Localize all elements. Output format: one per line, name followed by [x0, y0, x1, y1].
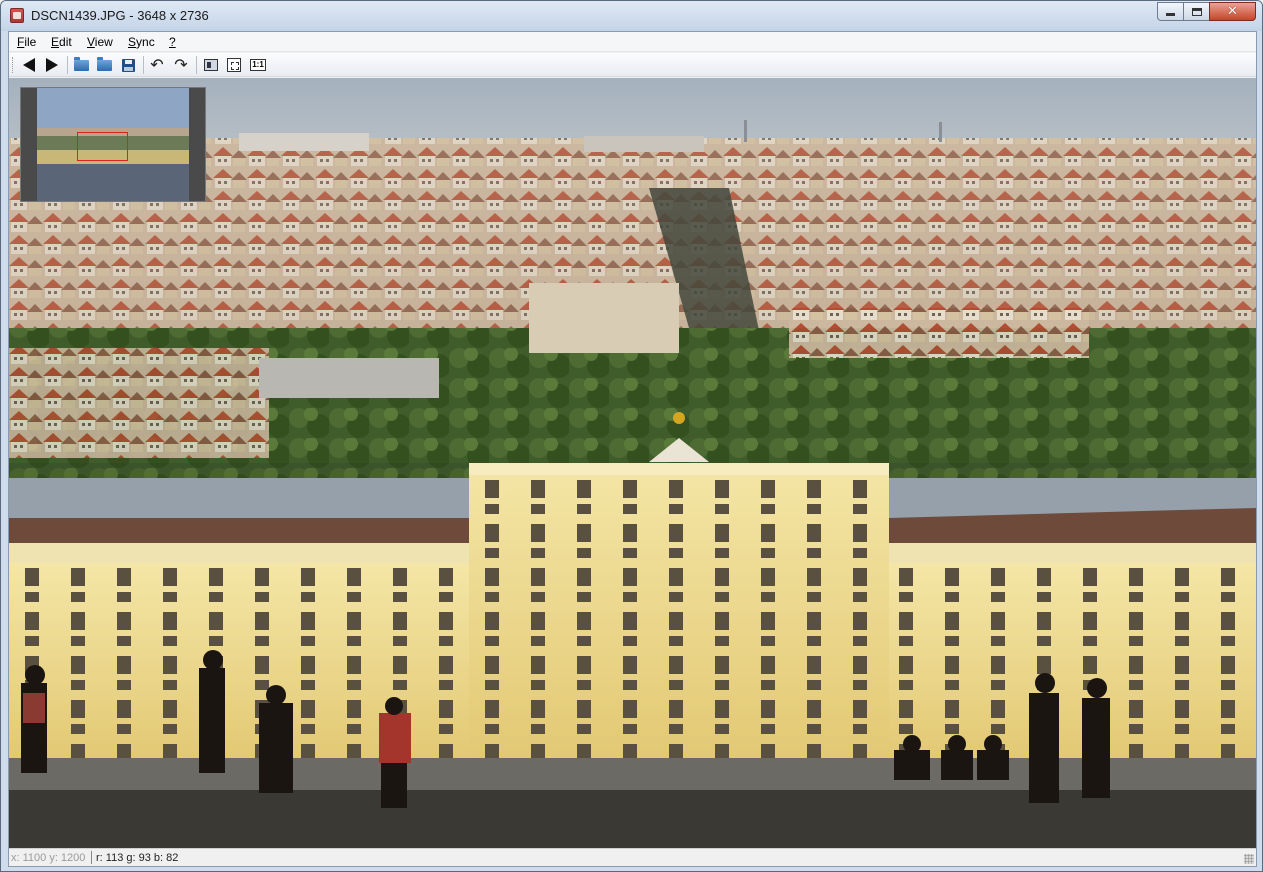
next-button[interactable]: [42, 56, 62, 74]
rotate-right-button[interactable]: ↷: [171, 56, 191, 74]
rotate-right-icon: ↷: [174, 55, 188, 74]
close-icon: ✕: [1227, 4, 1238, 19]
menu-edit-label: dit: [59, 35, 72, 49]
open-folder-button[interactable]: [94, 56, 114, 74]
save-button[interactable]: [118, 56, 138, 74]
toolbar-separator: [196, 56, 197, 74]
menu-edit-accel: E: [51, 35, 60, 49]
status-separator: [91, 851, 92, 864]
window-title: DSCN1439.JPG - 3648 x 2736: [31, 8, 209, 23]
maximize-icon: [1191, 7, 1202, 16]
menu-sync-accel: S: [128, 35, 137, 49]
toolbar: ↶ ↷ 1:1: [9, 53, 1256, 77]
save-icon: [121, 58, 135, 72]
title-bar[interactable]: DSCN1439.JPG - 3648 x 2736 ✕: [1, 1, 1262, 31]
menu-view[interactable]: View: [87, 35, 113, 49]
minimize-button[interactable]: [1157, 2, 1184, 21]
rotate-left-icon: ↶: [150, 55, 164, 74]
minimize-icon: [1166, 13, 1175, 16]
fullscreen-icon: [227, 58, 241, 72]
open-folder-icon: [73, 56, 89, 71]
menu-view-accel: V: [87, 35, 95, 49]
open-button[interactable]: [71, 56, 91, 74]
menu-edit[interactable]: Edit: [51, 35, 72, 49]
rotate-left-button[interactable]: ↶: [147, 56, 167, 74]
actual-size-button[interactable]: 1:1: [248, 56, 268, 74]
image-viewport[interactable]: [9, 78, 1256, 848]
previous-button[interactable]: [19, 56, 39, 74]
menu-sync-label: ync: [136, 35, 155, 49]
status-coordinates: x: 1100 y: 1200: [11, 852, 86, 864]
menu-sync[interactable]: Sync: [128, 35, 155, 49]
menu-help-accel: ?: [169, 35, 176, 49]
fit-window-button[interactable]: [201, 56, 221, 74]
menu-bar: File Edit View Sync ?: [9, 32, 1256, 52]
status-bar: x: 1100 y: 1200 r: 113 g: 93 b: 82: [9, 848, 1256, 866]
app-window: DSCN1439.JPG - 3648 x 2736 ✕ File Edit V…: [0, 0, 1263, 872]
client-area: File Edit View Sync ? ↶ ↷ 1:1 x: 1100 y:…: [8, 31, 1257, 867]
next-icon: [46, 58, 58, 72]
app-icon[interactable]: [10, 8, 24, 23]
actual-size-icon: 1:1: [250, 59, 266, 71]
menu-help[interactable]: ?: [169, 35, 176, 49]
toolbar-separator: [67, 56, 68, 74]
open-folder-alt-icon: [96, 56, 112, 71]
previous-icon: [23, 58, 35, 72]
status-rgb-values: r: 113 g: 93 b: 82: [96, 852, 179, 864]
fit-window-icon: [204, 59, 218, 71]
toolbar-separator: [143, 56, 144, 74]
menu-view-label: iew: [94, 35, 113, 49]
navigator-view-rect[interactable]: [77, 132, 128, 161]
menu-file-label: ile: [24, 35, 37, 49]
close-button[interactable]: ✕: [1209, 2, 1256, 21]
toolbar-grip[interactable]: [12, 57, 14, 73]
menu-file[interactable]: File: [17, 35, 36, 49]
fullscreen-button[interactable]: [224, 56, 244, 74]
resize-grip[interactable]: [1244, 854, 1254, 864]
maximize-button[interactable]: [1183, 2, 1210, 21]
navigator-thumbnail[interactable]: [20, 87, 206, 202]
window-controls: ✕: [1157, 2, 1256, 22]
